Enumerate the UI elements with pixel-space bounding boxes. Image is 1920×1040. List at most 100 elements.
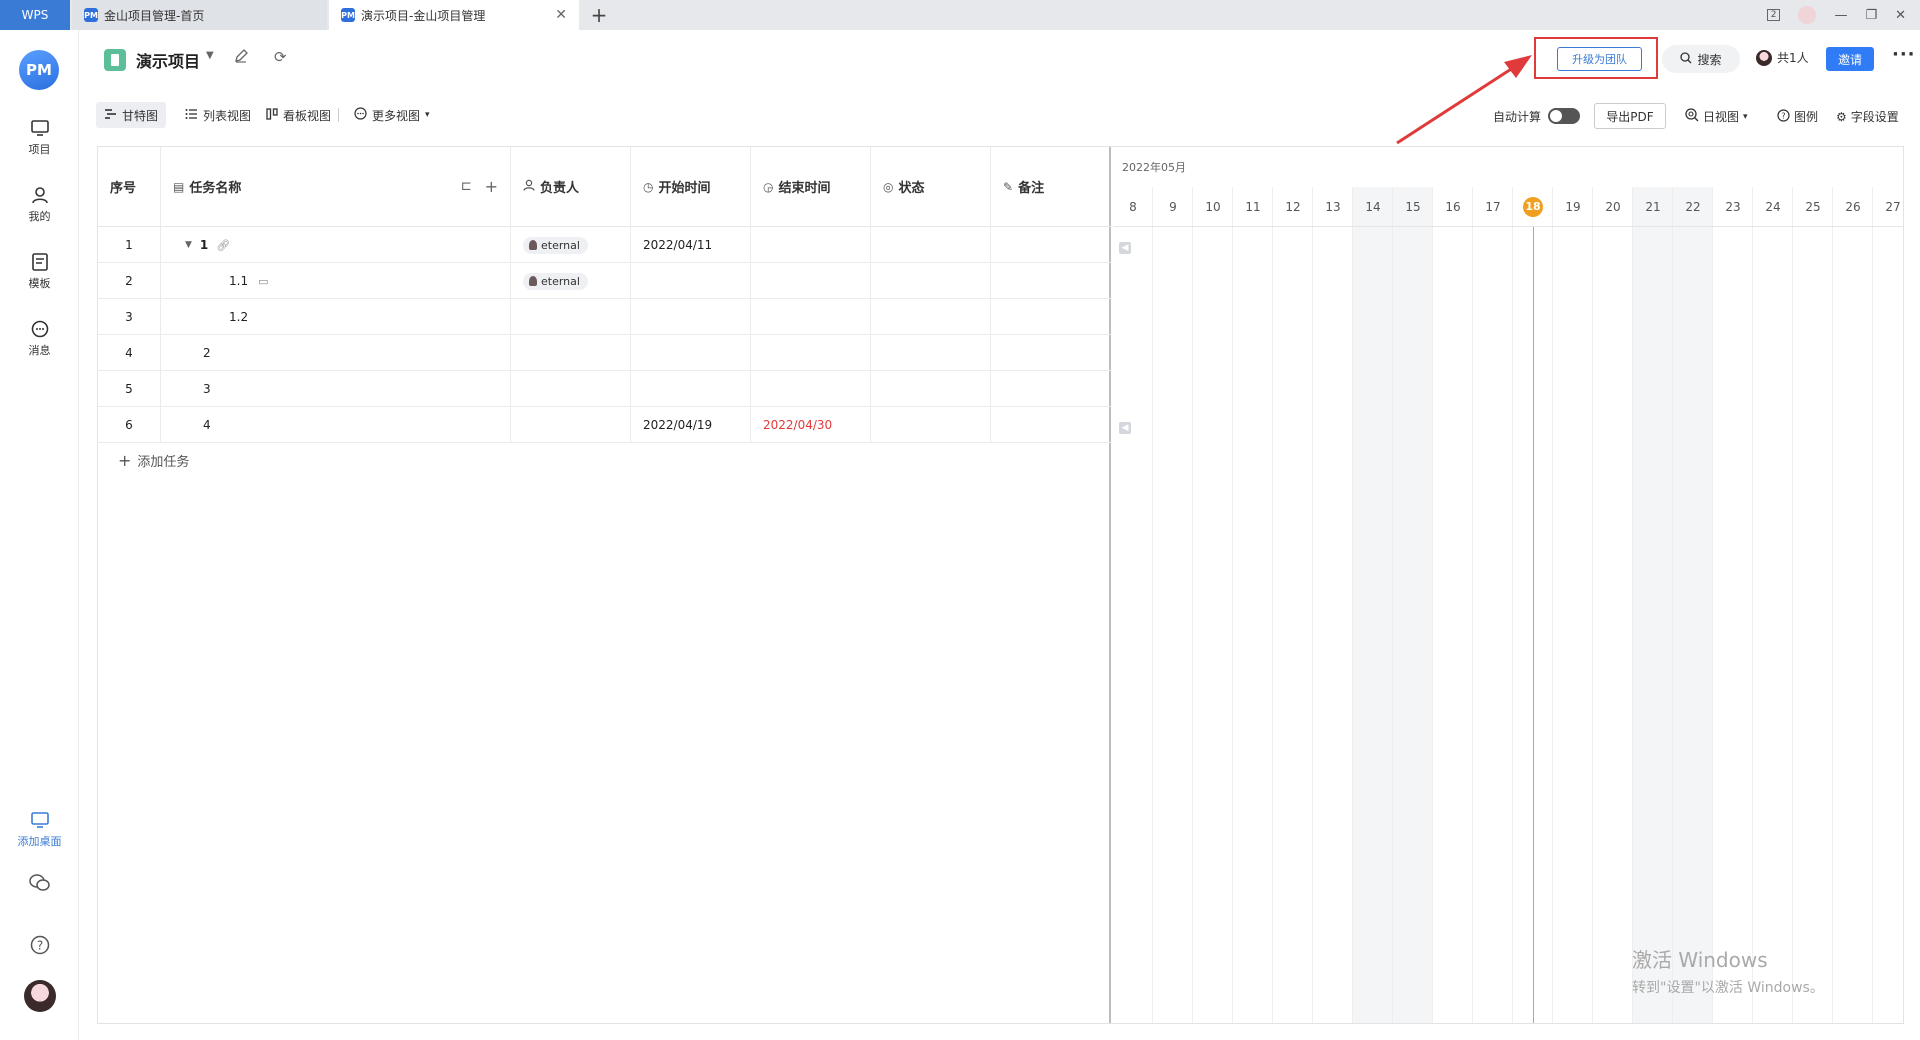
tab-demo-project[interactable]: PM 演示项目-金山项目管理 ✕ [329, 0, 579, 30]
end-date-cell[interactable]: 2022/04/30 [751, 407, 871, 443]
sidebar-item-messages[interactable]: 消息 [0, 319, 79, 358]
start-date-cell[interactable] [631, 263, 751, 299]
end-date-cell[interactable] [751, 299, 871, 335]
comment-icon[interactable]: ▭ [258, 275, 268, 288]
note-cell[interactable] [991, 371, 1111, 407]
window-count-icon[interactable]: 2 [1766, 9, 1781, 21]
sidebar-item-templates[interactable]: 模板 [0, 252, 79, 291]
attachment-icon[interactable]: 🔗︎ [216, 239, 230, 252]
note-cell[interactable] [991, 227, 1111, 263]
minimize-icon[interactable]: — [1834, 8, 1847, 23]
column-header-task-name[interactable]: ▤ 任务名称 ⊏ + [161, 147, 511, 227]
sidebar-item-mine[interactable]: 我的 [0, 185, 79, 224]
tab-home[interactable]: PM 金山项目管理-首页 [72, 0, 327, 30]
task-name-cell[interactable]: ▼ 1 🔗︎ [161, 227, 511, 263]
start-date-cell[interactable] [631, 335, 751, 371]
end-date-cell[interactable] [751, 263, 871, 299]
close-window-icon[interactable]: ✕ [1895, 8, 1906, 23]
column-header-start[interactable]: ◷ 开始时间 [631, 147, 751, 227]
task-name-cell[interactable]: 2 [161, 335, 511, 371]
end-date-cell[interactable] [751, 335, 871, 371]
wps-brand[interactable]: WPS [0, 0, 70, 30]
tab-list-view[interactable]: 列表视图 [177, 102, 259, 128]
status-cell[interactable] [871, 407, 991, 443]
start-date-cell[interactable] [631, 371, 751, 407]
column-header-no[interactable]: 序号 [98, 147, 161, 227]
task-name-cell[interactable]: 4 [161, 407, 511, 443]
scroll-to-task-icon[interactable]: ◀ [1119, 422, 1131, 434]
status-cell[interactable] [871, 335, 991, 371]
avatar[interactable] [1798, 6, 1817, 24]
pm-logo[interactable]: PM [19, 50, 59, 90]
table-row[interactable]: 6 4 2022/04/19 2022/04/30 [98, 407, 1111, 443]
more-icon[interactable]: ··· [1892, 44, 1916, 65]
status-cell[interactable] [871, 371, 991, 407]
column-header-end[interactable]: ◶ 结束时间 [751, 147, 871, 227]
help-icon[interactable]: ? [29, 934, 51, 956]
end-date-cell[interactable] [751, 371, 871, 407]
task-name-cell[interactable]: 1.2 [161, 299, 511, 335]
upgrade-to-team-button[interactable]: 升级为团队 [1557, 47, 1642, 71]
table-row[interactable]: 3 1.2 [98, 299, 1111, 335]
add-to-desktop-button[interactable]: 添加桌面 [0, 810, 79, 849]
view-label: 列表视图 [203, 108, 252, 123]
auto-calc-toggle[interactable] [1548, 108, 1580, 124]
legend-button[interactable]: ? 图例 [1777, 108, 1818, 125]
members-button[interactable]: 共1人 [1756, 49, 1809, 66]
day-label: 15 [1393, 187, 1433, 227]
desktop-icon [30, 810, 50, 830]
export-pdf-button[interactable]: 导出PDF [1594, 103, 1666, 129]
table-row[interactable]: 1 ▼ 1 🔗︎ eternal 2022/04/11 [98, 227, 1111, 263]
status-cell[interactable] [871, 227, 991, 263]
note-cell[interactable] [991, 335, 1111, 371]
task-name-cell[interactable]: 3 [161, 371, 511, 407]
refresh-icon[interactable]: ⟳ [274, 48, 287, 66]
note-cell[interactable] [991, 407, 1111, 443]
owner-cell[interactable] [511, 407, 631, 443]
tab-kanban-view[interactable]: 看板视图 [258, 102, 339, 128]
collapse-icon[interactable]: ▼ [185, 240, 192, 250]
sidebar-item-projects[interactable]: 项目 [0, 118, 79, 157]
indent-icon[interactable]: ⊏ [461, 179, 472, 194]
owner-cell[interactable]: eternal [511, 227, 631, 263]
note-cell[interactable] [991, 263, 1111, 299]
start-date-cell[interactable] [631, 299, 751, 335]
scroll-to-task-icon[interactable]: ◀ [1119, 242, 1131, 254]
end-date-cell[interactable] [751, 227, 871, 263]
status-cell[interactable] [871, 299, 991, 335]
user-icon [30, 185, 50, 205]
field-settings-button[interactable]: ⚙ 字段设置 [1836, 108, 1899, 125]
day-view-dropdown[interactable]: 日视图 ▾ [1685, 108, 1748, 125]
note-cell[interactable] [991, 299, 1111, 335]
page-title[interactable]: 演示项目 [136, 48, 200, 72]
owner-cell[interactable] [511, 299, 631, 335]
avatar[interactable] [24, 980, 56, 1012]
column-header-note[interactable]: ✎ 备注 [991, 147, 1111, 227]
status-cell[interactable] [871, 263, 991, 299]
start-date-cell[interactable]: 2022/04/11 [631, 227, 751, 263]
owner-cell[interactable] [511, 335, 631, 371]
search-button[interactable]: 搜索 [1662, 45, 1740, 73]
wechat-icon[interactable] [29, 872, 51, 894]
table-row[interactable]: 5 3 [98, 371, 1111, 407]
more-views-dropdown[interactable]: 更多视图 ▾ [346, 102, 438, 128]
column-header-status[interactable]: ◎ 状态 [871, 147, 991, 227]
avatar [529, 276, 537, 286]
owner-cell[interactable]: eternal [511, 263, 631, 299]
edit-icon[interactable] [234, 49, 248, 67]
restore-icon[interactable]: ❐ [1865, 8, 1877, 23]
task-name-cell[interactable]: 1.1 ▭ [161, 263, 511, 299]
column-label: 结束时间 [778, 181, 831, 196]
new-tab-button[interactable]: + [579, 0, 619, 30]
add-icon[interactable]: + [485, 177, 498, 196]
table-row[interactable]: 4 2 [98, 335, 1111, 371]
column-header-owner[interactable]: 负责人 [511, 147, 631, 227]
close-icon[interactable]: ✕ [555, 7, 567, 23]
table-row[interactable]: 2 1.1 ▭ eternal [98, 263, 1111, 299]
invite-button[interactable]: 邀请 [1826, 47, 1874, 71]
owner-cell[interactable] [511, 371, 631, 407]
add-task-button[interactable]: + 添加任务 [118, 451, 189, 470]
tab-gantt-view[interactable]: 甘特图 [96, 102, 167, 128]
start-date-cell[interactable]: 2022/04/19 [631, 407, 751, 443]
chevron-down-icon[interactable]: ▼ [206, 50, 214, 61]
